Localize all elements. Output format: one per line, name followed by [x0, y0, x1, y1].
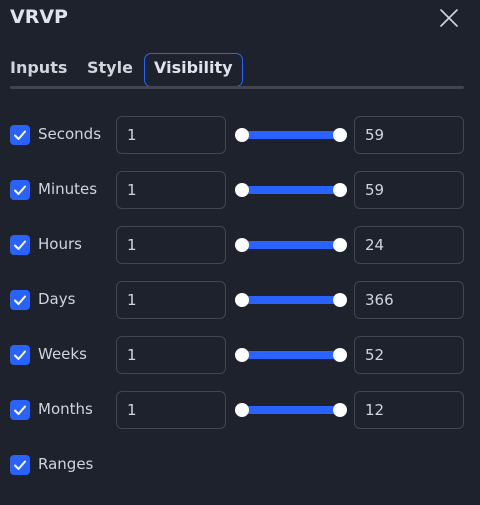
- slider-track: [242, 296, 340, 304]
- slider-max-handle[interactable]: [333, 403, 347, 417]
- days-range-slider[interactable]: [235, 292, 347, 308]
- checkmark-icon: [14, 350, 26, 360]
- slider-track: [242, 131, 340, 139]
- minutes-min-input[interactable]: [116, 171, 226, 209]
- checkmark-icon: [14, 405, 26, 415]
- tab-inputs[interactable]: Inputs: [10, 58, 67, 77]
- visibility-row-days: Days: [0, 281, 480, 319]
- slider-min-handle[interactable]: [235, 183, 249, 197]
- tab-bar: Inputs Style Visibility: [0, 0, 480, 92]
- slider-max-handle[interactable]: [333, 128, 347, 142]
- slider-min-handle[interactable]: [235, 293, 249, 307]
- days-min-input[interactable]: [116, 281, 226, 319]
- row-label-days: Days: [38, 290, 76, 308]
- visibility-row-seconds: Seconds: [0, 116, 480, 154]
- checkbox-hours[interactable]: [10, 235, 30, 255]
- hours-min-input[interactable]: [116, 226, 226, 264]
- slider-max-handle[interactable]: [333, 183, 347, 197]
- visibility-row-months: Months: [0, 391, 480, 429]
- slider-max-handle[interactable]: [333, 293, 347, 307]
- visibility-row-ranges: Ranges: [0, 446, 480, 484]
- checkbox-seconds[interactable]: [10, 125, 30, 145]
- row-label-months: Months: [38, 400, 93, 418]
- tab-visibility[interactable]: Visibility: [144, 53, 243, 89]
- days-max-input[interactable]: [354, 281, 464, 319]
- row-label-weeks: Weeks: [38, 345, 87, 363]
- checkbox-months[interactable]: [10, 400, 30, 420]
- seconds-min-input[interactable]: [116, 116, 226, 154]
- slider-track: [242, 406, 340, 414]
- row-label-hours: Hours: [38, 235, 82, 253]
- months-max-input[interactable]: [354, 391, 464, 429]
- slider-min-handle[interactable]: [235, 128, 249, 142]
- slider-track: [242, 351, 340, 359]
- tab-style[interactable]: Style: [87, 58, 133, 77]
- row-label-minutes: Minutes: [38, 180, 98, 198]
- minutes-range-slider[interactable]: [235, 182, 347, 198]
- months-range-slider[interactable]: [235, 402, 347, 418]
- slider-track: [242, 241, 340, 249]
- checkmark-icon: [14, 240, 26, 250]
- visibility-row-weeks: Weeks: [0, 336, 480, 374]
- seconds-max-input[interactable]: [354, 116, 464, 154]
- checkmark-icon: [14, 460, 26, 470]
- checkmark-icon: [14, 185, 26, 195]
- slider-min-handle[interactable]: [235, 403, 249, 417]
- row-label-ranges: Ranges: [38, 455, 94, 473]
- visibility-row-minutes: Minutes: [0, 171, 480, 209]
- seconds-range-slider[interactable]: [235, 127, 347, 143]
- checkbox-weeks[interactable]: [10, 345, 30, 365]
- slider-track: [242, 186, 340, 194]
- slider-max-handle[interactable]: [333, 238, 347, 252]
- checkbox-minutes[interactable]: [10, 180, 30, 200]
- weeks-range-slider[interactable]: [235, 347, 347, 363]
- minutes-max-input[interactable]: [354, 171, 464, 209]
- hours-range-slider[interactable]: [235, 237, 347, 253]
- checkmark-icon: [14, 295, 26, 305]
- weeks-max-input[interactable]: [354, 336, 464, 374]
- weeks-min-input[interactable]: [116, 336, 226, 374]
- months-min-input[interactable]: [116, 391, 226, 429]
- slider-min-handle[interactable]: [235, 348, 249, 362]
- hours-max-input[interactable]: [354, 226, 464, 264]
- checkbox-ranges[interactable]: [10, 455, 30, 475]
- slider-min-handle[interactable]: [235, 238, 249, 252]
- checkmark-icon: [14, 130, 26, 140]
- row-label-seconds: Seconds: [38, 125, 102, 143]
- visibility-row-hours: Hours: [0, 226, 480, 264]
- slider-max-handle[interactable]: [333, 348, 347, 362]
- tab-divider: [10, 86, 464, 89]
- checkbox-days[interactable]: [10, 290, 30, 310]
